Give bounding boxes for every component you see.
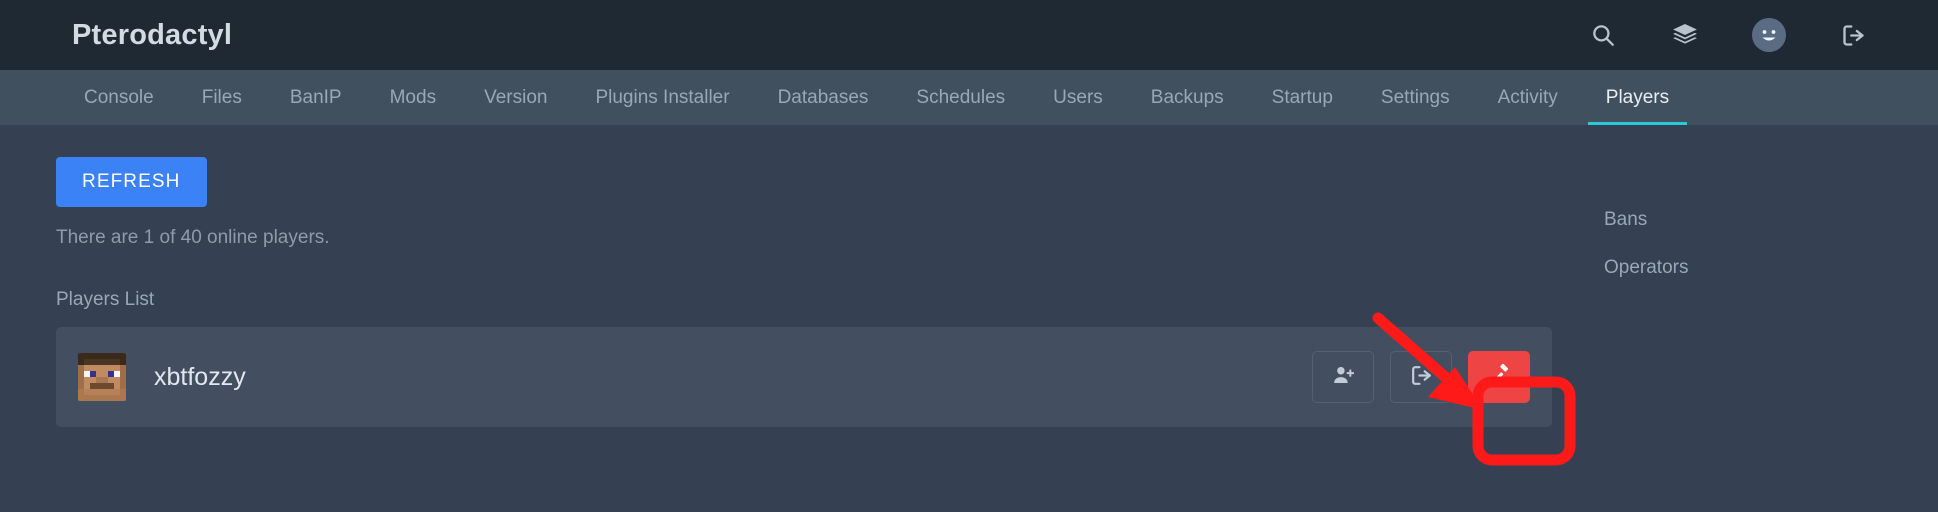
sidebar-item-operators[interactable]: Operators: [1604, 257, 1882, 279]
user-plus-icon: [1331, 363, 1356, 391]
kick-player-button[interactable]: [1390, 351, 1452, 403]
kick-exit-icon: [1409, 363, 1434, 391]
gavel-icon: [1487, 363, 1512, 391]
ban-player-button[interactable]: [1468, 351, 1530, 403]
logout-icon[interactable]: [1838, 20, 1868, 50]
content-inner: REFRESH There are 1 of 40 online players…: [0, 157, 1938, 427]
tab-mods[interactable]: Mods: [366, 70, 460, 125]
tab-console[interactable]: Console: [60, 70, 178, 125]
content-columns: REFRESH There are 1 of 40 online players…: [56, 157, 1882, 427]
avatar-face-icon: [1752, 18, 1786, 52]
tab-settings[interactable]: Settings: [1357, 70, 1474, 125]
player-name: xbtfozzy: [154, 363, 246, 392]
search-icon[interactable]: [1588, 20, 1618, 50]
add-operator-button[interactable]: [1312, 351, 1374, 403]
server-nav-tabs: Console Files BanIP Mods Version Plugins…: [0, 70, 1938, 125]
tab-backups[interactable]: Backups: [1127, 70, 1248, 125]
tab-databases[interactable]: Databases: [754, 70, 893, 125]
refresh-button[interactable]: REFRESH: [56, 157, 207, 207]
players-list-label: Players List: [56, 289, 1552, 311]
account-avatar[interactable]: [1752, 18, 1786, 52]
tab-startup[interactable]: Startup: [1248, 70, 1357, 125]
tab-activity[interactable]: Activity: [1474, 70, 1582, 125]
tab-players[interactable]: Players: [1582, 70, 1693, 125]
brand-logo-title[interactable]: Pterodactyl: [72, 19, 232, 52]
players-main-column: REFRESH There are 1 of 40 online players…: [56, 157, 1552, 427]
layers-icon[interactable]: [1670, 20, 1700, 50]
top-header-bar: Pterodactyl: [0, 0, 1938, 70]
tab-users[interactable]: Users: [1029, 70, 1127, 125]
page-content: REFRESH There are 1 of 40 online players…: [0, 125, 1938, 427]
tab-banip[interactable]: BanIP: [266, 70, 366, 125]
tab-schedules[interactable]: Schedules: [892, 70, 1029, 125]
sidebar-item-bans[interactable]: Bans: [1604, 209, 1882, 231]
player-row: xbtfozzy: [56, 327, 1552, 427]
players-side-column: Bans Operators: [1552, 157, 1882, 305]
tab-files[interactable]: Files: [178, 70, 266, 125]
header-icon-group: [1588, 18, 1898, 52]
player-skin-avatar: [78, 353, 126, 401]
tab-plugins-installer[interactable]: Plugins Installer: [571, 70, 753, 125]
player-action-buttons: [1312, 351, 1530, 403]
tab-version[interactable]: Version: [460, 70, 571, 125]
online-players-status: There are 1 of 40 online players.: [56, 227, 1552, 249]
